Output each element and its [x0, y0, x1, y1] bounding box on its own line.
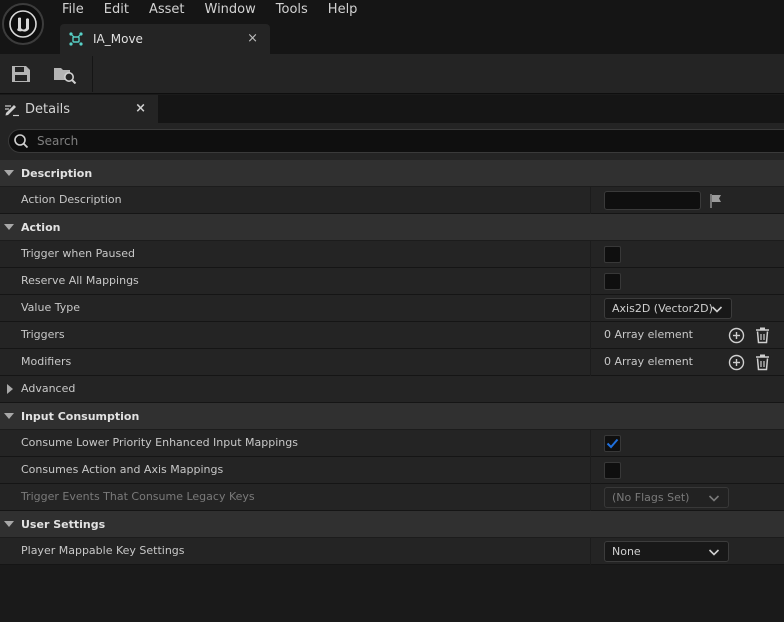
prop-label: Action Description [21, 193, 122, 206]
category-label: User Settings [21, 517, 106, 531]
prop-label: Consume Lower Priority Enhanced Input Ma… [21, 436, 298, 449]
localization-flag-icon[interactable] [708, 193, 724, 209]
row-triggers: Triggers 0 Array element [0, 322, 784, 349]
column-splitter [590, 187, 591, 214]
column-splitter [590, 538, 591, 565]
row-action-description: Action Description [0, 187, 784, 214]
row-trigger-events-legacy: Trigger Events That Consume Legacy Keys … [0, 484, 784, 511]
expand-arrow-icon [4, 521, 14, 527]
prop-label: Triggers [21, 328, 65, 341]
menu-tools[interactable]: Tools [266, 0, 318, 20]
document-tab-ia-move[interactable]: IA_Move × [60, 24, 270, 54]
menu-help[interactable]: Help [318, 0, 368, 20]
value-type-dropdown[interactable]: Axis2D (Vector2D) [604, 298, 732, 319]
details-tab[interactable]: Details × [0, 95, 158, 123]
search-area [0, 123, 784, 160]
trash-icon[interactable] [754, 353, 771, 371]
details-tab-label: Details [25, 101, 71, 117]
document-tab-label: IA_Move [93, 32, 143, 46]
column-splitter [590, 268, 591, 295]
category-label: Description [21, 166, 93, 180]
row-reserve-all-mappings: Reserve All Mappings [0, 268, 784, 295]
prop-label: Trigger when Paused [21, 247, 135, 260]
search-icon [14, 134, 29, 149]
advanced-label: Advanced [21, 382, 76, 395]
prop-label: Reserve All Mappings [21, 274, 139, 287]
row-consume-lower-priority: Consume Lower Priority Enhanced Input Ma… [0, 430, 784, 457]
value-type-selected: Axis2D (Vector2D) [612, 302, 713, 315]
consumes-action-axis-checkbox[interactable] [604, 462, 621, 479]
unreal-logo-icon[interactable] [2, 3, 44, 45]
flags-selected: (No Flags Set) [612, 491, 690, 504]
player-mappable-selected: None [612, 545, 641, 558]
expand-arrow-icon [4, 413, 14, 419]
menu-edit[interactable]: Edit [94, 0, 139, 20]
browse-asset-icon[interactable] [53, 64, 77, 84]
prop-label: Modifiers [21, 355, 72, 368]
expand-arrow-icon [7, 384, 13, 394]
column-splitter [590, 322, 591, 349]
row-modifiers: Modifiers 0 Array element [0, 349, 784, 376]
category-user-settings[interactable]: User Settings [0, 511, 784, 538]
trigger-events-flags-dropdown[interactable]: (No Flags Set) [604, 487, 729, 508]
panel-tab-bar: Details × [0, 95, 784, 123]
empty-panel-space [0, 565, 784, 622]
save-icon[interactable] [10, 64, 32, 84]
prop-label: Trigger Events That Consume Legacy Keys [21, 490, 255, 503]
action-description-input[interactable] [604, 191, 701, 210]
add-element-icon[interactable] [728, 327, 745, 344]
column-splitter [590, 484, 591, 511]
prop-label: Consumes Action and Axis Mappings [21, 463, 224, 476]
chevron-down-icon [708, 495, 720, 502]
category-input-consumption[interactable]: Input Consumption [0, 403, 784, 430]
column-splitter [590, 349, 591, 376]
title-bar: File Edit Asset Window Tools Help IA_Mov… [0, 0, 784, 54]
row-player-mappable-key-settings: Player Mappable Key Settings None [0, 538, 784, 565]
input-action-icon [69, 32, 83, 46]
search-input[interactable] [37, 134, 737, 148]
row-advanced[interactable]: Advanced [0, 376, 784, 403]
toolbar-separator [92, 56, 93, 92]
column-splitter [590, 457, 591, 484]
menu-asset[interactable]: Asset [139, 0, 195, 20]
category-label: Action [21, 220, 61, 234]
details-pencil-icon [5, 105, 19, 117]
menu-file[interactable]: File [52, 0, 94, 20]
checkmark-icon [606, 438, 619, 449]
modifiers-count: 0 Array element [604, 355, 693, 368]
row-value-type: Value Type Axis2D (Vector2D) [0, 295, 784, 322]
category-description[interactable]: Description [0, 160, 784, 187]
triggers-count: 0 Array element [604, 328, 693, 341]
trash-icon[interactable] [754, 326, 771, 344]
category-action[interactable]: Action [0, 214, 784, 241]
menu-window[interactable]: Window [195, 0, 266, 20]
details-property-grid: Description Action Description Action Tr… [0, 160, 784, 622]
prop-label: Player Mappable Key Settings [21, 544, 185, 557]
close-tab-icon[interactable]: × [247, 31, 258, 46]
close-details-icon[interactable]: × [135, 101, 146, 116]
toolbar [0, 54, 784, 94]
add-element-icon[interactable] [728, 354, 745, 371]
category-label: Input Consumption [21, 409, 140, 423]
column-splitter [590, 430, 591, 457]
consume-lower-priority-checkbox[interactable] [604, 435, 621, 452]
chevron-down-icon [708, 549, 720, 556]
chevron-down-icon [711, 306, 723, 313]
search-box[interactable] [8, 129, 784, 153]
row-consumes-action-axis: Consumes Action and Axis Mappings [0, 457, 784, 484]
column-splitter [590, 295, 591, 322]
reserve-all-mappings-checkbox[interactable] [604, 273, 621, 290]
player-mappable-dropdown[interactable]: None [604, 541, 729, 562]
column-splitter [590, 241, 591, 268]
trigger-when-paused-checkbox[interactable] [604, 246, 621, 263]
row-trigger-when-paused: Trigger when Paused [0, 241, 784, 268]
expand-arrow-icon [4, 170, 14, 176]
expand-arrow-icon [4, 224, 14, 230]
prop-label: Value Type [21, 301, 80, 314]
menu-bar: File Edit Asset Window Tools Help [52, 0, 367, 20]
